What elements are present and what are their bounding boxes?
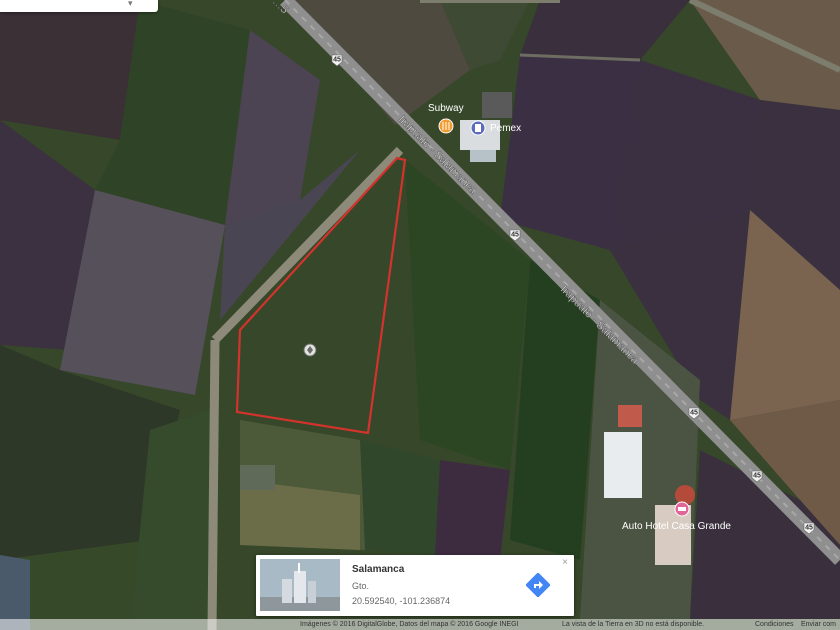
feedback-link[interactable]: Enviar com — [801, 619, 836, 630]
shield-label: 45 — [690, 410, 698, 417]
3d-unavailable-notice: La vista de la Tierra en 3D no está disp… — [562, 621, 705, 628]
place-subtitle: Gto. — [352, 581, 370, 591]
location-marker-icon[interactable] — [303, 343, 317, 357]
shield-label: 45 — [805, 525, 813, 532]
poi-label-pemex: Pemex — [490, 123, 521, 134]
map-attribution-bar: Imágenes © 2016 DigitalGlobe, Datos del … — [0, 619, 840, 630]
imagery-credit: Imágenes © 2016 DigitalGlobe, Datos del … — [300, 621, 519, 628]
top-search-box[interactable]: ▾ — [0, 0, 158, 12]
poi-pemex[interactable]: Pemex — [470, 120, 521, 136]
place-card[interactable]: Salamanca Gto. 20.592540, -101.236874 × — [256, 555, 574, 616]
directions-icon[interactable] — [526, 573, 550, 597]
satellite-map[interactable]: 45 45 45 45 45 Irapuato - Salamanca Irap… — [0, 0, 840, 630]
gas-station-icon — [475, 124, 481, 132]
shield-label: 45 — [511, 232, 519, 239]
place-title: Salamanca — [352, 564, 405, 575]
shield-label: 45 — [753, 473, 761, 480]
poi-label-hotel: Auto Hotel Casa Grande — [622, 521, 731, 532]
close-icon[interactable]: × — [562, 557, 568, 568]
place-coordinates: 20.592540, -101.236874 — [352, 596, 451, 606]
chevron-down-icon[interactable]: ▾ — [128, 0, 136, 8]
poi-label-subway: Subway — [428, 103, 464, 114]
farm-fields — [0, 0, 840, 630]
street-view-image — [260, 559, 340, 611]
shield-label: 45 — [333, 57, 341, 64]
bed-icon — [678, 507, 686, 511]
terms-link[interactable]: Condiciones — [755, 619, 794, 630]
street-view-thumbnail[interactable] — [260, 559, 340, 611]
